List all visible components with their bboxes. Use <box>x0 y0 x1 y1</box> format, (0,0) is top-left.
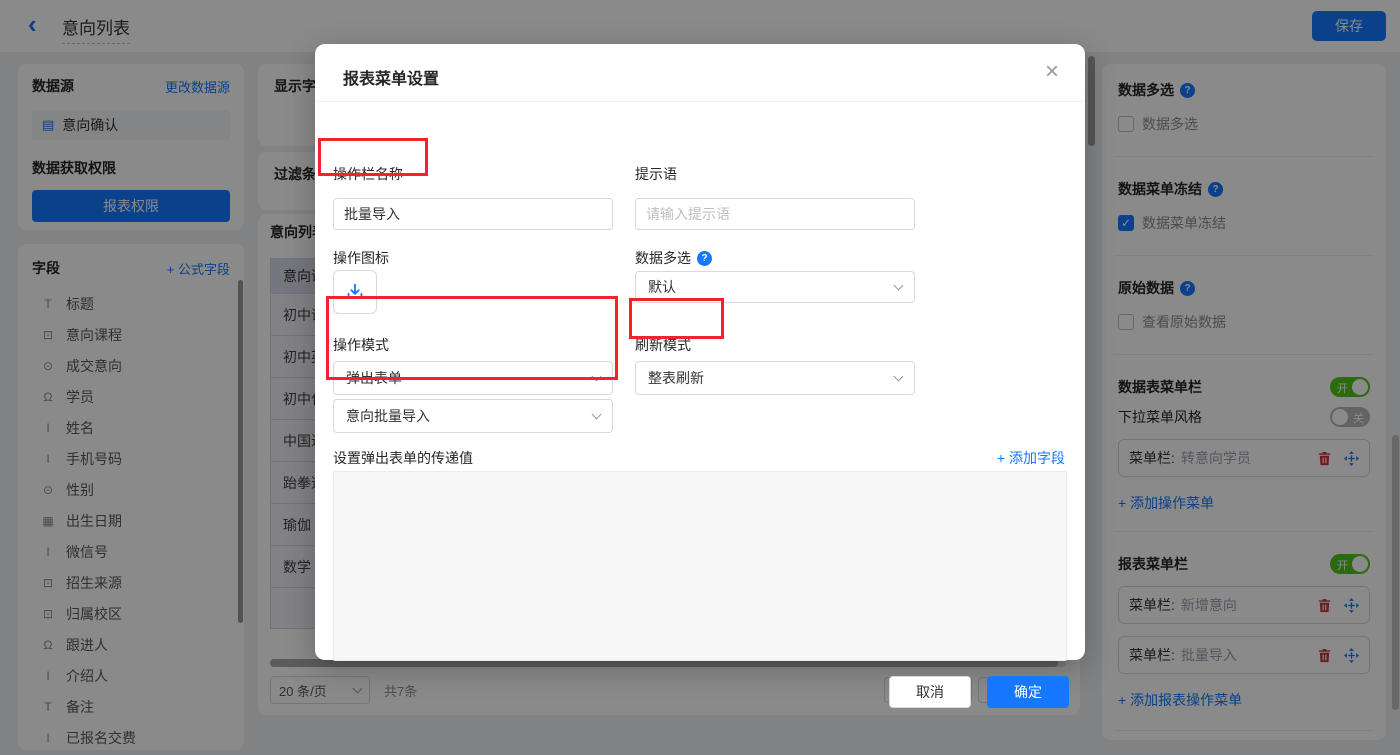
chevron-down-icon <box>894 281 904 291</box>
refresh-mode-label: 刷新模式 <box>635 335 691 355</box>
action-name-input[interactable] <box>333 198 613 230</box>
screen: ‹ 意向列表 保存 数据源 更改数据源 ▤ 意向确认 数据获取权限 报表权限 字… <box>0 0 1400 755</box>
report-menu-settings-modal: 报表菜单设置 × 操作栏名称 提示语 操作图标 数据多选 ? 默认 <box>315 44 1085 660</box>
action-name-label: 操作栏名称 <box>333 164 403 184</box>
refresh-mode-dropdown[interactable]: 整表刷新 <box>635 361 915 395</box>
transfer-value-label: 设置弹出表单的传递值 <box>333 448 473 468</box>
action-target-dropdown[interactable]: 意向批量导入 <box>333 399 613 433</box>
close-icon[interactable]: × <box>1045 58 1059 86</box>
action-mode-dropdown[interactable]: 弹出表单 <box>333 361 613 395</box>
download-icon <box>344 281 366 303</box>
chevron-down-icon <box>592 372 602 382</box>
tooltip-input[interactable] <box>635 198 915 230</box>
modal-title: 报表菜单设置 <box>343 65 439 89</box>
confirm-button[interactable]: 确定 <box>987 676 1069 708</box>
transfer-value-panel[interactable] <box>333 471 1067 661</box>
add-field-link[interactable]: + 添加字段 <box>997 448 1065 468</box>
question-icon[interactable]: ? <box>697 251 712 266</box>
action-icon-label: 操作图标 <box>333 248 389 268</box>
cancel-button[interactable]: 取消 <box>889 676 971 708</box>
chevron-down-icon <box>894 372 904 382</box>
chevron-down-icon <box>592 410 602 420</box>
action-mode-label: 操作模式 <box>333 335 389 355</box>
modal-multi-select-label: 数据多选 ? <box>635 248 712 268</box>
modal-multi-select-dropdown[interactable]: 默认 <box>635 271 915 303</box>
tooltip-label: 提示语 <box>635 164 677 184</box>
action-icon-button[interactable] <box>333 270 377 314</box>
